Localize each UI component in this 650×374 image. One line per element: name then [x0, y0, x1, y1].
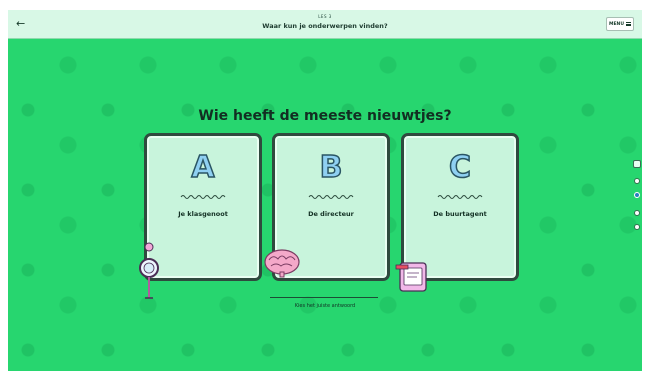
squiggle-divider	[437, 195, 483, 199]
app-frame: ← LES 3 Waar kun je onderwerpen vinden? …	[8, 10, 642, 371]
card-letter: A	[191, 149, 216, 186]
page-title: Waar kun je onderwerpen vinden?	[262, 22, 388, 30]
step-dot[interactable]	[634, 210, 640, 216]
hamburger-icon	[625, 22, 631, 26]
squiggle-divider	[308, 195, 354, 199]
step-dot[interactable]	[634, 178, 640, 184]
card-answer: De directeur	[308, 210, 354, 218]
question-heading: Wie heeft de meeste nieuwtjes?	[198, 108, 452, 124]
instruction-text: Kies het juiste antwoord	[294, 303, 356, 309]
hint-underline	[270, 297, 378, 298]
lesson-label: LES 3	[318, 14, 332, 19]
card-answer: De buurtagent	[433, 210, 487, 218]
top-bar: ← LES 3 Waar kun je onderwerpen vinden? …	[8, 10, 642, 39]
card-answer: Je klasgenoot	[178, 210, 228, 218]
card-letter: B	[319, 149, 343, 186]
menu-label: MENU	[609, 21, 624, 27]
step-dot[interactable]	[634, 224, 640, 230]
answer-card-a[interactable]: A Je klasgenoot	[144, 133, 262, 281]
side-toggle-button[interactable]	[633, 160, 641, 168]
card-letter: C	[448, 149, 472, 186]
squiggle-divider	[180, 195, 226, 199]
menu-button[interactable]: MENU	[606, 17, 634, 31]
step-dot-active[interactable]	[634, 192, 640, 198]
answer-card-b[interactable]: B De directeur	[272, 133, 390, 281]
side-navigation	[632, 160, 642, 242]
answer-card-c[interactable]: C De buurtagent	[401, 133, 519, 281]
